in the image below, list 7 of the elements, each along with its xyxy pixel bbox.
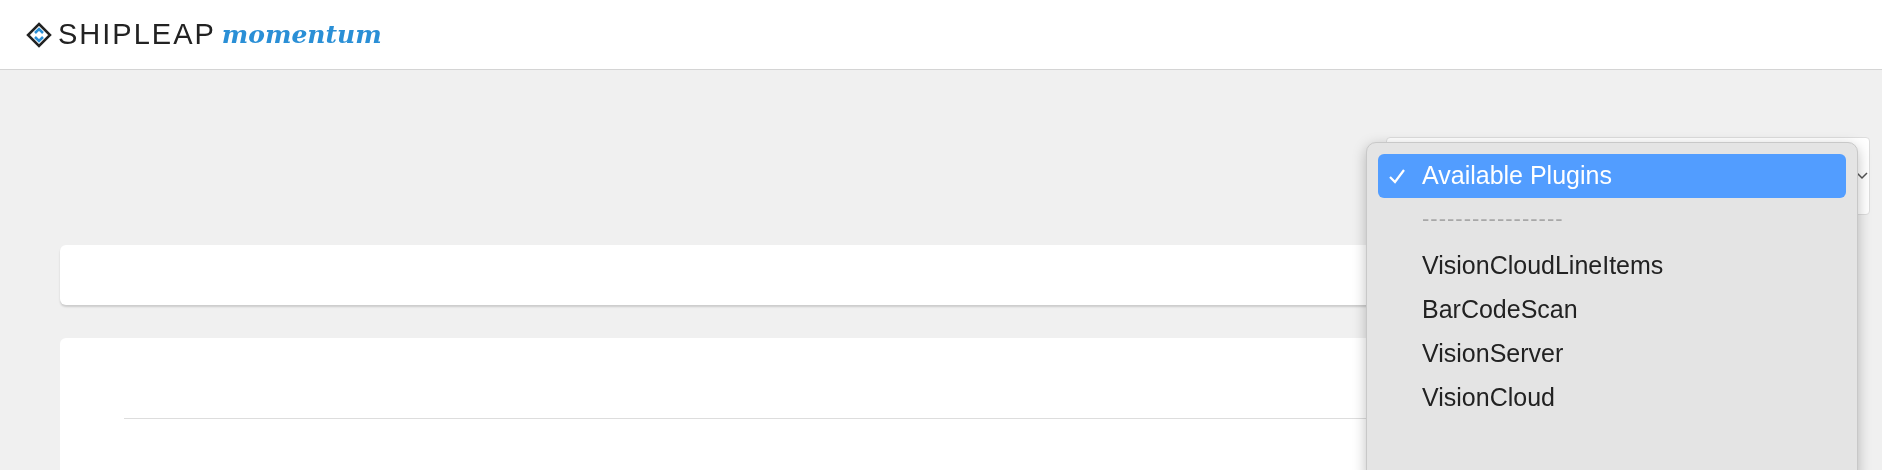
menu-separator: -----------------	[1422, 206, 1564, 232]
logo-wordmark: SHIPLEAP	[58, 16, 216, 52]
menu-item[interactable]: VisionServer	[1378, 332, 1846, 376]
logo-script: momentum	[221, 18, 382, 51]
menu-item[interactable]: BarCodeScan	[1378, 288, 1846, 332]
menu-item[interactable]: VisionCloud	[1378, 376, 1846, 420]
menu-item[interactable]: VisionCloudLineItems	[1378, 244, 1846, 288]
